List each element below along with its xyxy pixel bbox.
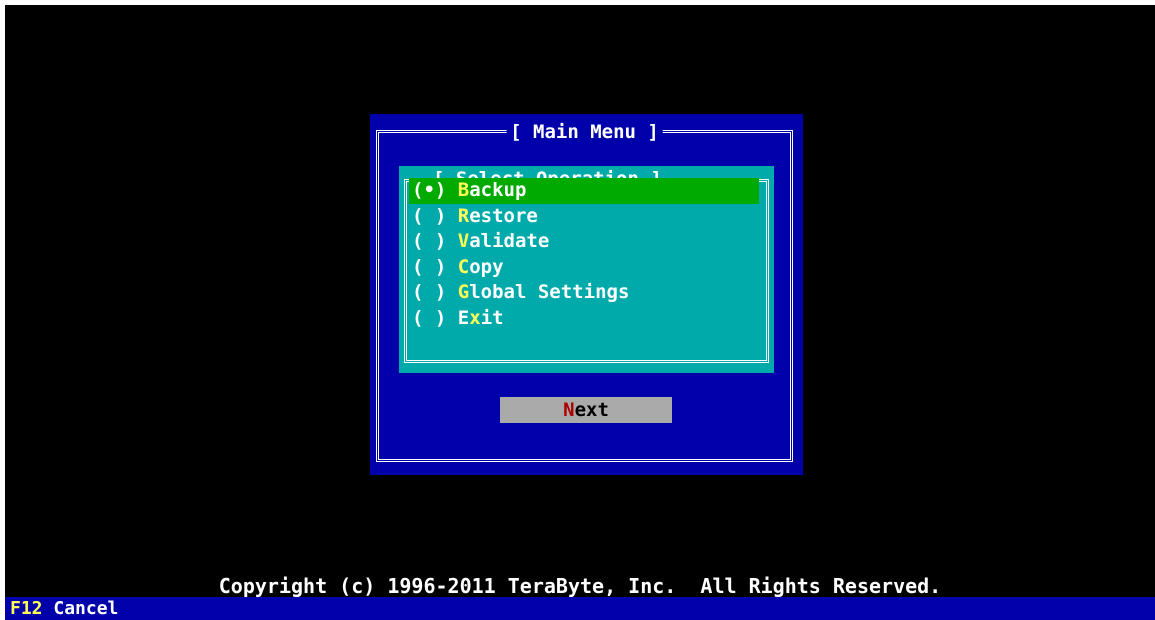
select-operation-panel: [ Select Operation ] (•) Backup ( ) Rest… (399, 166, 774, 373)
next-label: ext (574, 399, 609, 421)
status-bar: F12 Cancel (5, 597, 1155, 620)
main-menu-title: [ Main Menu ] (506, 121, 663, 143)
copyright-notice: Copyright (c) 1996-2011 TeraByte, Inc. A… (218, 574, 942, 598)
hotkey-letter: C (457, 255, 470, 278)
hotkey-letter: V (457, 230, 470, 252)
operation-list: (•) Backup ( ) Restore ( ) Validate ( ) … (409, 178, 759, 331)
option-label: estore (469, 204, 538, 227)
hotkey-letter: G (457, 281, 470, 303)
radio-unselected[interactable]: ( ) (412, 205, 446, 227)
option-validate[interactable]: ( ) Validate (409, 229, 759, 255)
option-label: lobal Settings (469, 281, 630, 303)
cancel-label[interactable]: Cancel (53, 598, 118, 619)
option-restore[interactable]: ( ) Restore (409, 204, 759, 230)
option-label: it (480, 306, 504, 329)
option-label-prefix: E (457, 306, 470, 329)
hotkey-letter: R (457, 204, 470, 227)
radio-unselected[interactable]: ( ) (412, 230, 446, 252)
next-button[interactable]: Next (500, 397, 672, 423)
option-backup[interactable]: (•) Backup (409, 178, 759, 204)
hotkey-letter: x (469, 306, 481, 329)
option-label: opy (469, 255, 504, 278)
radio-selected[interactable]: (•) (412, 179, 446, 201)
option-label: ackup (469, 179, 527, 201)
radio-unselected[interactable]: ( ) (412, 307, 446, 329)
option-copy[interactable]: ( ) Copy (409, 255, 759, 281)
option-label: alidate (469, 230, 550, 252)
next-hotkey: N (563, 399, 575, 421)
dos-screen: [ Main Menu ] [ Select Operation ] (•) B… (5, 5, 1155, 620)
main-menu-window: [ Main Menu ] [ Select Operation ] (•) B… (370, 114, 803, 475)
option-exit[interactable]: ( ) Exit (409, 306, 759, 332)
cancel-key[interactable]: F12 (10, 598, 43, 619)
hotkey-letter: B (457, 179, 470, 201)
option-global-settings[interactable]: ( ) Global Settings (409, 280, 759, 306)
radio-unselected[interactable]: ( ) (412, 281, 446, 303)
radio-unselected[interactable]: ( ) (412, 256, 446, 278)
